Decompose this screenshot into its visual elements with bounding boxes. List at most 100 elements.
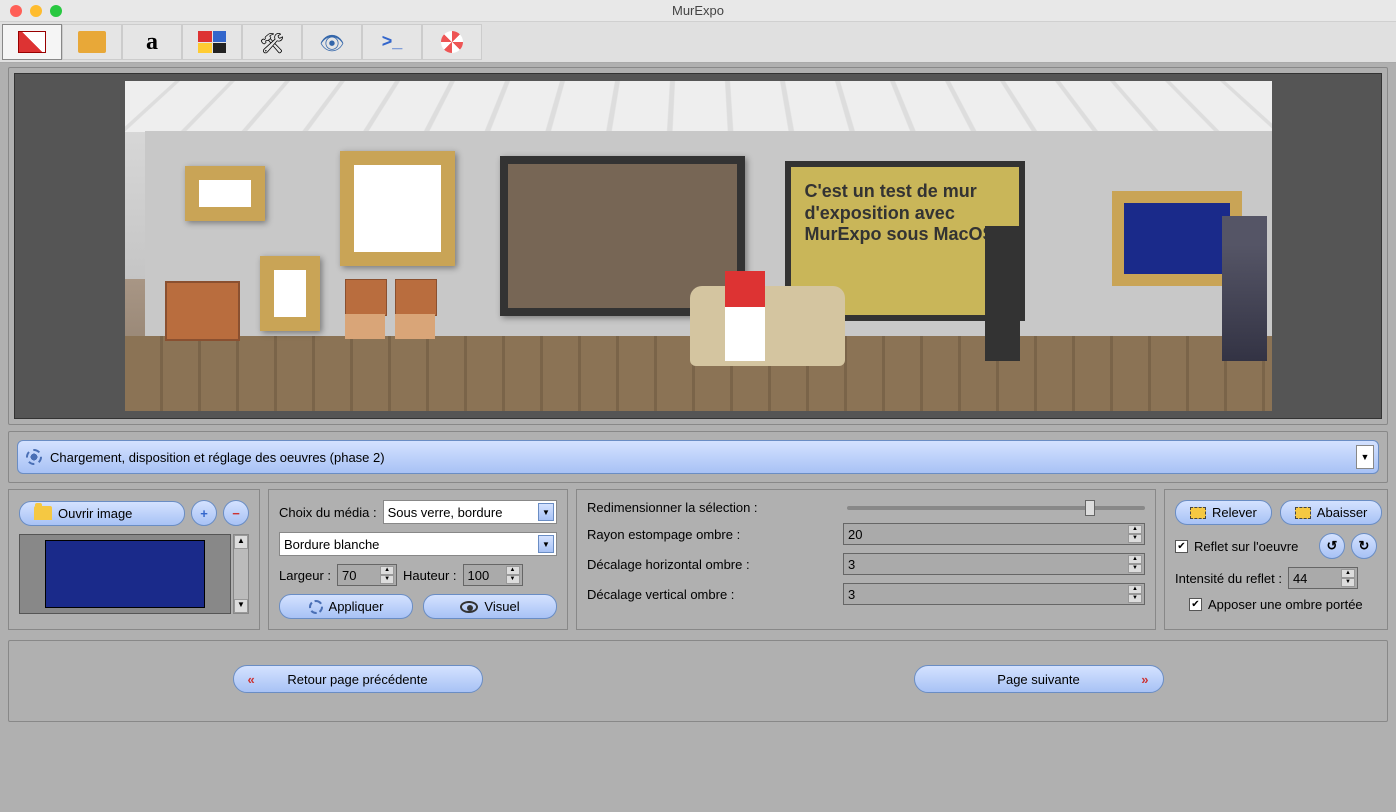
main-toolbar: a 🛠 👁 >_	[0, 22, 1396, 63]
shadow-settings-group: Redimensionner la sélection : Rayon esto…	[576, 489, 1156, 630]
scroll-up-icon[interactable]: ▲	[234, 535, 248, 549]
blur-radius-label: Rayon estompage ombre :	[587, 527, 837, 542]
spin-up-icon[interactable]: ▲	[1128, 555, 1142, 564]
raise-label: Relever	[1212, 505, 1257, 520]
dresser-prop	[165, 281, 240, 341]
apply-button[interactable]: Appliquer	[279, 594, 413, 619]
toolbar-text-button[interactable]: a	[122, 24, 182, 60]
spin-up-icon[interactable]: ▲	[1128, 585, 1142, 594]
spin-down-icon[interactable]: ▼	[506, 575, 520, 584]
width-spinner[interactable]: ▲▼	[337, 564, 397, 586]
window-titlebar: MurExpo	[0, 0, 1396, 22]
toolbar-terminal-button[interactable]: >_	[362, 24, 422, 60]
spin-down-icon[interactable]: ▼	[1341, 578, 1355, 587]
toolbar-help-button[interactable]	[422, 24, 482, 60]
drop-shadow-check-label: Apposer une ombre portée	[1208, 597, 1363, 612]
lower-button[interactable]: Abaisser	[1280, 500, 1383, 525]
blur-radius-input[interactable]	[848, 527, 1140, 542]
intensity-spinner[interactable]: ▲▼	[1288, 567, 1358, 589]
add-image-button[interactable]: +	[191, 500, 217, 526]
height-label: Hauteur :	[403, 568, 456, 583]
open-image-button[interactable]: Ouvrir image	[19, 501, 185, 526]
chevron-down-icon: ▼	[538, 503, 554, 521]
apply-label: Appliquer	[329, 599, 384, 614]
height-spinner[interactable]: ▲▼	[463, 564, 523, 586]
preview-canvas[interactable]: C'est un test de mur d'exposition avec M…	[14, 73, 1382, 419]
spin-down-icon[interactable]: ▼	[1128, 594, 1142, 603]
intensity-label: Intensité du reflet :	[1175, 571, 1282, 586]
artwork-frame-3[interactable]	[340, 151, 455, 266]
toolbar-squares-button[interactable]	[182, 24, 242, 60]
rotate-ccw-button[interactable]: ↺	[1319, 533, 1345, 559]
thumbnail-scrollbar[interactable]: ▲ ▼	[233, 534, 249, 614]
window-title: MurExpo	[0, 3, 1396, 18]
offset-h-spinner[interactable]: ▲▼	[843, 553, 1145, 575]
media-choice-value: Sous verre, bordure	[388, 505, 503, 520]
media-choice-label: Choix du média :	[279, 505, 377, 520]
spin-down-icon[interactable]: ▼	[380, 575, 394, 584]
chair-prop-1	[345, 279, 385, 339]
terminal-icon: >_	[378, 31, 406, 53]
reflection-check-label: Reflet sur l'oeuvre	[1194, 539, 1298, 554]
gear-icon	[309, 600, 323, 614]
project-icon	[18, 31, 46, 53]
artwork-frame-2[interactable]	[260, 256, 320, 331]
offset-v-spinner[interactable]: ▲▼	[843, 583, 1145, 605]
eye-icon	[460, 601, 478, 613]
toolbar-project-button[interactable]	[2, 24, 62, 60]
reflection-checkbox[interactable]	[1175, 540, 1188, 553]
lower-icon	[1295, 507, 1311, 519]
spin-up-icon[interactable]: ▲	[1128, 525, 1142, 534]
slider-thumb[interactable]	[1085, 500, 1095, 516]
phase-select[interactable]: Chargement, disposition et réglage des o…	[17, 440, 1379, 474]
gallery-scene: C'est un test de mur d'exposition avec M…	[125, 81, 1272, 411]
open-image-label: Ouvrir image	[58, 506, 132, 521]
drop-shadow-checkbox[interactable]	[1189, 598, 1202, 611]
spin-up-icon[interactable]: ▲	[1341, 569, 1355, 578]
visual-label: Visuel	[484, 599, 519, 614]
media-choice-select[interactable]: Sous verre, bordure ▼	[383, 500, 557, 524]
chevron-down-icon: ▼	[1356, 445, 1374, 469]
toolbar-tools-button[interactable]: 🛠	[242, 24, 302, 60]
remove-image-button[interactable]: −	[223, 500, 249, 526]
folder-open-icon	[34, 506, 52, 520]
toolbar-preview-button[interactable]: 👁	[302, 24, 362, 60]
spin-up-icon[interactable]: ▲	[380, 566, 394, 575]
next-page-button[interactable]: Page suivante »	[914, 665, 1164, 693]
gear-icon	[26, 449, 42, 465]
preview-panel: C'est un test de mur d'exposition avec M…	[8, 67, 1388, 425]
hammer-icon: 🛠	[258, 31, 286, 53]
raise-button[interactable]: Relever	[1175, 500, 1272, 525]
scroll-down-icon[interactable]: ▼	[234, 599, 248, 613]
squares-icon	[198, 31, 226, 53]
offset-h-label: Décalage horizontal ombre :	[587, 557, 837, 572]
next-page-label: Page suivante	[997, 672, 1079, 687]
offset-h-input[interactable]	[848, 557, 1140, 572]
spin-up-icon[interactable]: ▲	[506, 566, 520, 575]
chevron-down-icon: ▼	[538, 535, 554, 553]
sofa-prop	[690, 286, 845, 366]
blur-radius-spinner[interactable]: ▲▼	[843, 523, 1145, 545]
thumbnail-image	[45, 540, 205, 608]
person-standing	[985, 226, 1020, 361]
spin-down-icon[interactable]: ▼	[1128, 564, 1142, 573]
resize-slider[interactable]	[847, 506, 1145, 510]
spin-down-icon[interactable]: ▼	[1128, 534, 1142, 543]
toolbar-folder-button[interactable]	[62, 24, 122, 60]
text-a-icon: a	[138, 31, 166, 53]
offset-v-input[interactable]	[848, 587, 1140, 602]
artwork-frame-1[interactable]	[185, 166, 265, 221]
lower-label: Abaisser	[1317, 505, 1368, 520]
reflect-settings-group: Relever Abaisser Reflet sur l'oeuvre ↺ ↻…	[1164, 489, 1388, 630]
prev-page-button[interactable]: « Retour page précédente	[233, 665, 483, 693]
visual-button[interactable]: Visuel	[423, 594, 557, 619]
thumbnail-canvas[interactable]	[19, 534, 231, 614]
offset-v-label: Décalage vertical ombre :	[587, 587, 837, 602]
width-label: Largeur :	[279, 568, 331, 583]
person-back	[1222, 216, 1267, 361]
controls-row: Ouvrir image + − ▲ ▼ Choix du média :	[8, 489, 1388, 634]
person-seated	[725, 271, 765, 361]
rotate-cw-button[interactable]: ↻	[1351, 533, 1377, 559]
navigation-panel: « Retour page précédente Page suivante »	[8, 640, 1388, 722]
border-select[interactable]: Bordure blanche ▼	[279, 532, 557, 556]
